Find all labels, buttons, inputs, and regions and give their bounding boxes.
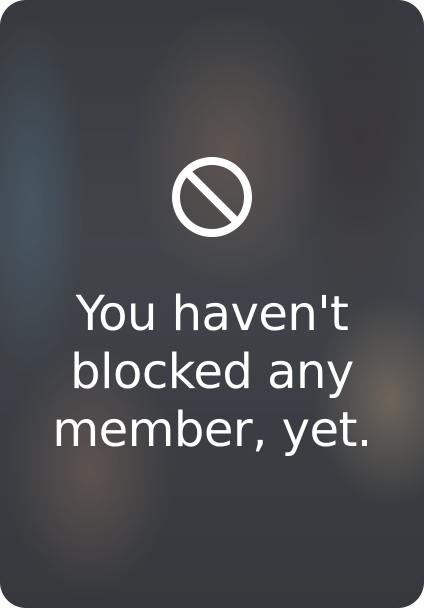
message-line-2: blocked any (70, 344, 354, 400)
block-icon (172, 157, 252, 237)
empty-state-card: You haven't blocked any member, yet. (0, 0, 424, 608)
message-line-3: member, yet. (52, 402, 372, 458)
empty-state-message: You haven't blocked any member, yet. (0, 285, 424, 459)
message-line-1: You haven't (75, 286, 349, 342)
